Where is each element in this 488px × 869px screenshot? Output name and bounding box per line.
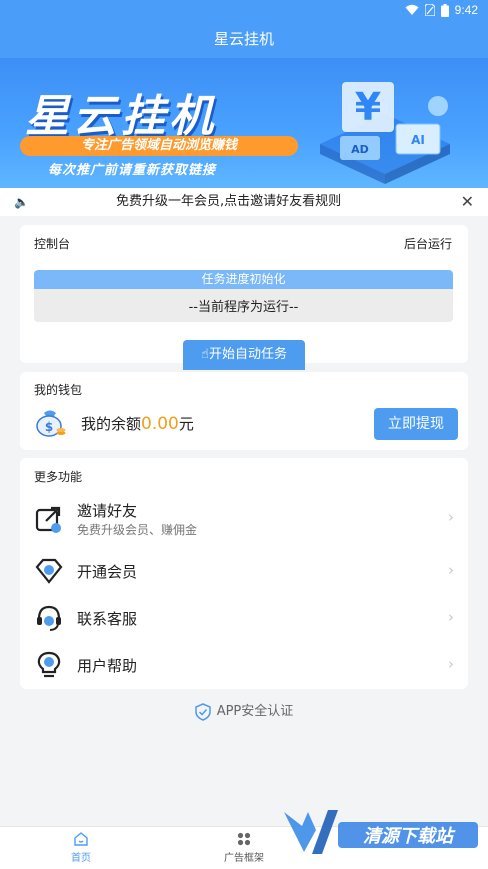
console-card: 控制台 后台运行 任务进度初始化 --当前程序为运行-- ☝开始自动任务 bbox=[20, 225, 468, 370]
chevron-right-icon: › bbox=[448, 508, 454, 526]
page-title: 星云挂机 bbox=[213, 30, 274, 48]
features-card: 更多功能 邀请好友 免费升级会员、赚佣金 › 开通会员 › 联系客服 › 用户帮… bbox=[20, 458, 468, 689]
tab-label-ad-framework: 广告框架 bbox=[224, 853, 264, 864]
tab-label-home: 首页 bbox=[71, 853, 91, 864]
feature-item-invite[interactable]: 邀请好友 免费升级会员、赚佣金 › bbox=[20, 496, 468, 540]
tab-ad-framework[interactable]: 广告框架 bbox=[204, 831, 284, 864]
features-title: 更多功能 bbox=[34, 470, 83, 484]
tab-home[interactable]: 首页 bbox=[41, 831, 121, 864]
watermark-logo: 清源下载站 www.fotmsem.com bbox=[284, 810, 478, 863]
withdraw-button[interactable]: 立即提现 bbox=[374, 408, 458, 440]
tap-icon: ☝ bbox=[201, 347, 209, 362]
start-button-label: 开始自动任务 bbox=[208, 347, 287, 362]
clock: 9:42 bbox=[454, 3, 478, 17]
ad-chip-label: AD bbox=[351, 143, 369, 156]
balance-unit: 元 bbox=[178, 415, 194, 433]
svg-text:$: $ bbox=[45, 420, 53, 434]
wifi-icon bbox=[405, 4, 419, 15]
chevron-right-icon: › bbox=[448, 561, 454, 579]
security-badge: APP安全认证 bbox=[0, 700, 488, 724]
feature-item-vip[interactable]: 开通会员 › bbox=[20, 550, 468, 594]
notice-text: 免费升级一年会员,点击邀请好友看规则 bbox=[116, 194, 342, 209]
feature-label-help: 用户帮助 bbox=[77, 657, 138, 675]
balance-row: 我的余额0.00元 bbox=[81, 413, 194, 434]
wallet-title: 我的钱包 bbox=[34, 383, 83, 397]
app-header: 星云挂机 bbox=[0, 22, 488, 58]
wallet-card: 我的钱包 $ 我的余额0.00元 立即提现 bbox=[20, 372, 468, 450]
progress-label: 任务进度初始化 bbox=[201, 272, 286, 286]
share-icon bbox=[35, 506, 61, 533]
notice-bar[interactable]: 🔈 免费升级一年会员,点击邀请好友看规则 ✕ bbox=[0, 188, 488, 216]
feature-label-vip: 开通会员 bbox=[77, 563, 138, 581]
feature-item-help[interactable]: 用户帮助 › bbox=[20, 644, 468, 688]
status-icons: 9:42 bbox=[405, 3, 478, 17]
money-bag-icon: $ bbox=[36, 410, 66, 437]
status-bar: 9:42 bbox=[0, 0, 488, 22]
console-title: 控制台 bbox=[34, 237, 71, 251]
feature-sub-invite: 免费升级会员、赚佣金 bbox=[77, 523, 198, 537]
task-progress: 任务进度初始化 --当前程序为运行-- bbox=[34, 270, 453, 322]
grid-icon bbox=[237, 832, 251, 846]
sim-icon bbox=[424, 4, 435, 16]
close-icon[interactable]: ✕ bbox=[461, 188, 474, 216]
run-mode-label: 后台运行 bbox=[403, 237, 452, 251]
ai-chip-label: AI bbox=[411, 133, 425, 147]
home-icon bbox=[74, 832, 88, 846]
feature-label-invite: 邀请好友 bbox=[77, 502, 138, 520]
banner-title: 星云挂机 bbox=[25, 91, 217, 142]
shield-check-icon bbox=[194, 702, 211, 721]
watermark-url: www.fotmsem.com bbox=[358, 852, 465, 863]
watermark-text: 清源下载站 bbox=[363, 826, 456, 847]
feature-label-support: 联系客服 bbox=[77, 610, 138, 628]
chevron-right-icon: › bbox=[448, 655, 454, 673]
headset-icon bbox=[37, 605, 61, 631]
lightbulb-icon bbox=[37, 651, 61, 678]
program-status: --当前程序为运行-- bbox=[188, 300, 299, 315]
banner-subtitle: 每次推广前请重新获取链接 bbox=[48, 163, 217, 178]
balance-value: 0.00 bbox=[141, 414, 179, 434]
start-auto-task-button[interactable]: ☝开始自动任务 bbox=[183, 340, 305, 370]
feature-item-support[interactable]: 联系客服 › bbox=[20, 597, 468, 641]
svg-text:¥: ¥ bbox=[355, 85, 381, 129]
balance-prefix: 我的余额 bbox=[81, 415, 142, 433]
chevron-right-icon: › bbox=[448, 608, 454, 626]
banner-tagline: 专注广告领域自动浏览赚钱 bbox=[20, 136, 298, 156]
isometric-ai-illustration: ¥ AI AD bbox=[320, 82, 450, 184]
speaker-icon: 🔈 bbox=[14, 195, 29, 209]
promo-banner[interactable]: 星云挂机 专注广告领域自动浏览赚钱 每次推广前请重新获取链接 ¥ AI AD bbox=[0, 58, 488, 188]
battery-icon bbox=[440, 3, 449, 17]
security-text: APP安全认证 bbox=[216, 704, 294, 719]
diamond-icon bbox=[35, 558, 63, 584]
